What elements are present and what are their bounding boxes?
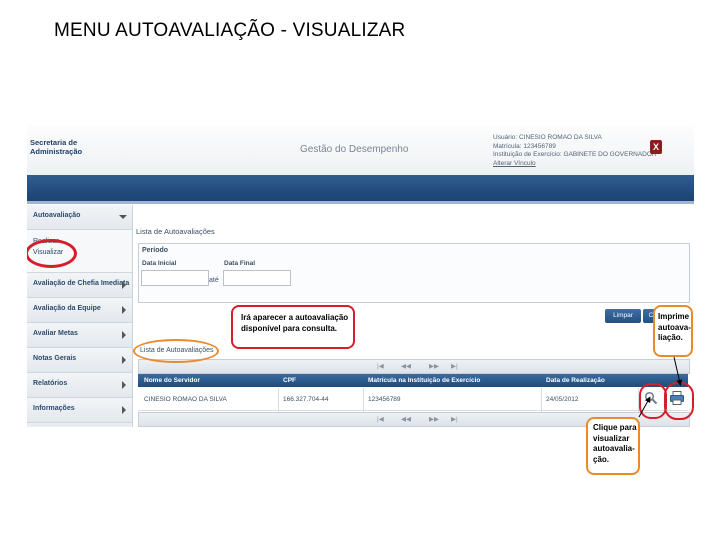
app-header: Secretaria de Administração Gestão do De… — [27, 125, 694, 176]
sidebar-item-label: Informações — [33, 405, 75, 412]
grid-header: Nome do Servidor CPF Matrícula na Instit… — [138, 374, 688, 387]
pager-first-icon[interactable]: |◀ — [377, 415, 384, 423]
callout-line: liação. — [658, 333, 683, 342]
highlight-visualizar — [27, 239, 77, 268]
org-line-2: Administração — [30, 147, 83, 156]
sidebar-item-label: Avaliação de Chefia Imediata — [33, 280, 130, 287]
alterar-vinculo-link[interactable]: Alterar Vínculo — [493, 160, 657, 169]
callout-arrows — [638, 356, 683, 418]
sidebar-item-chefia-imediata[interactable]: Avaliação de Chefia Imediata — [27, 273, 132, 298]
user-name: Usuário: CINESIO ROMAO DA SILVA — [493, 134, 602, 141]
close-button[interactable]: X — [650, 140, 662, 154]
callout-consult: Irá aparecer a autoavaliação disponível … — [231, 305, 355, 349]
period-legend: Período — [142, 247, 169, 254]
callout-line: Clique para — [593, 423, 637, 432]
app-title: Gestão do Desempenho — [300, 144, 409, 155]
pager-next-icon[interactable]: ▶▶ — [429, 362, 439, 370]
callout-line: disponível para consulta. — [241, 323, 338, 333]
col-header-nome[interactable]: Nome do Servidor — [144, 377, 200, 384]
user-matricula: Matrícula: 123456789 — [493, 142, 556, 150]
sidebar-item-notas-gerais[interactable]: Notas Gerais — [27, 348, 132, 373]
cell-cpf: 166.327.704-44 — [283, 396, 329, 403]
pager-prev-icon[interactable]: ◀◀ — [401, 362, 411, 370]
date-start-input[interactable] — [141, 270, 209, 286]
user-instituicao: Instituição de Exercício: GABINETE DO GO… — [493, 151, 657, 158]
sidebar-item-label: Notas Gerais — [33, 355, 77, 362]
sidebar-item-avaliacao-equipe[interactable]: Avaliação da Equipe — [27, 298, 132, 323]
sidebar-item-label: Relatórios — [33, 380, 68, 387]
period-filter-box — [138, 243, 690, 303]
chevron-right-icon — [122, 406, 126, 414]
sidebar-item-avaliar-metas[interactable]: Avaliar Metas — [27, 323, 132, 348]
chevron-down-icon — [119, 215, 127, 219]
callout-line: autoavalia- — [593, 444, 635, 453]
pager-first-icon[interactable]: |◀ — [377, 362, 384, 370]
slide-title: MENU AUTOAVALIAÇÃO - VISUALIZAR — [54, 20, 406, 41]
pager-last-icon[interactable]: ▶| — [451, 415, 458, 423]
chevron-right-icon — [122, 281, 126, 289]
pager-last-icon[interactable]: ▶| — [451, 362, 458, 370]
chevron-right-icon — [122, 331, 126, 339]
callout-print: Imprime autoava- liação. — [653, 305, 693, 357]
sidebar-item-label: Autoavaliação — [33, 212, 81, 219]
callout-view: Clique para visualizar autoavalia- ção. — [586, 417, 640, 475]
sidebar-item-informacoes[interactable]: Informações — [27, 398, 132, 423]
chevron-right-icon — [122, 306, 126, 314]
cell-matricula: 123456789 — [368, 396, 401, 403]
callout-line: autoava- — [658, 322, 691, 332]
pager-top: |◀ ◀◀ ▶▶ ▶| — [138, 359, 690, 374]
cell-data: 24/05/2012 — [546, 396, 579, 403]
app-screenshot: Secretaria de Administração Gestão do De… — [27, 125, 694, 480]
col-header-matricula[interactable]: Matrícula na Instituição de Exercício — [368, 377, 480, 384]
ate-label: até — [209, 277, 219, 284]
col-header-cpf[interactable]: CPF — [283, 377, 296, 384]
callout-line: visualizar — [593, 433, 630, 443]
arrow-view — [638, 396, 651, 418]
org-logo-text: Secretaria de Administração — [30, 138, 82, 156]
sidebar-item-label: Avaliação da Equipe — [33, 305, 101, 312]
org-line-1: Secretaria de — [30, 138, 78, 147]
nav-divider — [27, 201, 694, 204]
user-info: Usuário: CINESIO ROMAO DA SILVA Matrícul… — [493, 134, 657, 168]
page-title: Lista de Autoavaliações — [136, 227, 215, 236]
nav-bar — [27, 175, 694, 201]
highlight-grid-title — [133, 339, 219, 363]
sidebar-item-label: Avaliar Metas — [33, 330, 78, 337]
callout-line: ção. — [593, 454, 610, 464]
pager-next-icon[interactable]: ▶▶ — [429, 415, 439, 423]
date-end-input[interactable] — [223, 270, 291, 286]
date-end-label: Data Final — [224, 260, 256, 267]
sidebar: Autoavaliação Realizar Visualizar Avalia… — [27, 205, 133, 427]
chevron-right-icon — [122, 381, 126, 389]
arrow-print — [673, 356, 683, 386]
sidebar-item-autoavaliacao[interactable]: Autoavaliação — [27, 205, 132, 230]
callout-line: Imprime — [658, 312, 690, 321]
callout-line: Irá aparecer a autoavaliação — [241, 313, 349, 322]
sidebar-item-relatorios[interactable]: Relatórios — [27, 373, 132, 398]
cell-nome: CINESIO ROMAO DA SILVA — [144, 396, 227, 403]
chevron-right-icon — [122, 356, 126, 364]
table-row[interactable]: CINESIO ROMAO DA SILVA 166.327.704-44 12… — [138, 388, 688, 424]
pager-prev-icon[interactable]: ◀◀ — [401, 415, 411, 423]
col-header-data[interactable]: Data de Realização — [546, 377, 605, 384]
date-start-label: Data Inicial — [142, 260, 177, 267]
limpar-button[interactable]: Limpar — [605, 309, 641, 323]
